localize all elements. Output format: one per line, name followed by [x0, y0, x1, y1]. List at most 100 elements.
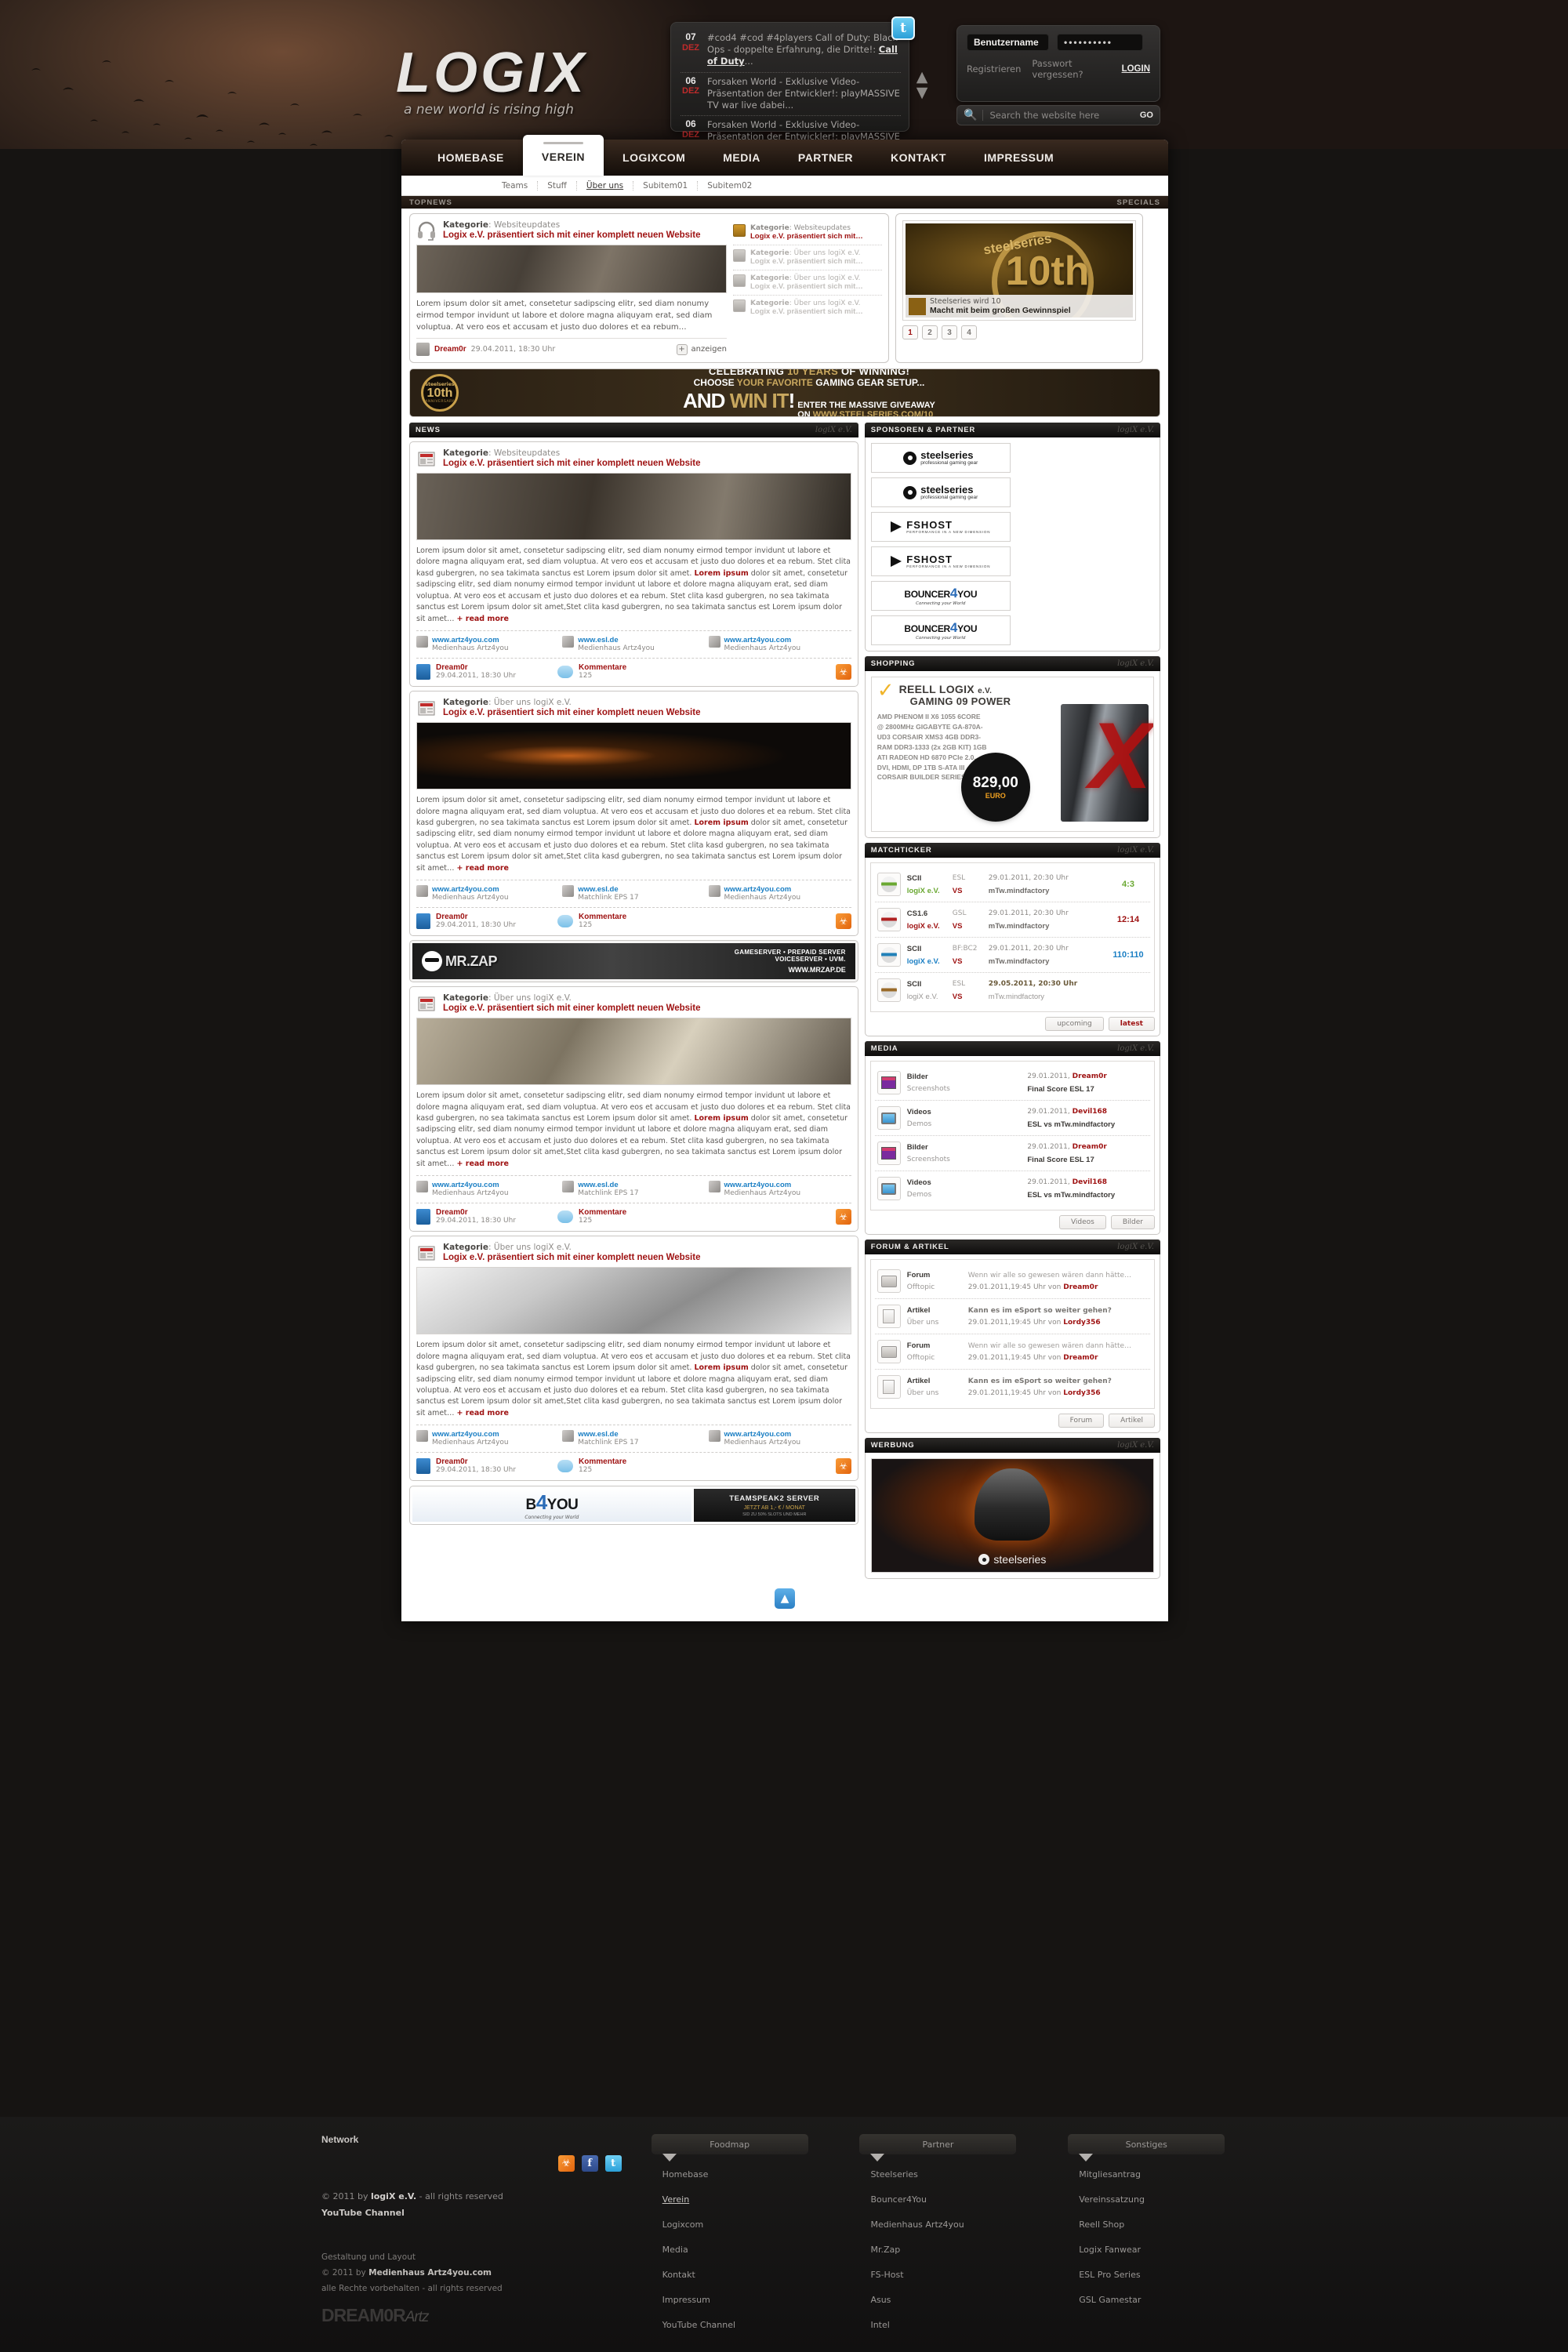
nav-item-logixcom[interactable]: LOGIXCOM: [604, 140, 704, 176]
shopping-product-card[interactable]: ✓ REELL LOGIX e.V. GAMING 09 POWER AMD P…: [870, 677, 1154, 832]
artikel-button[interactable]: Artikel: [1109, 1414, 1155, 1428]
link-url[interactable]: www.esl.de: [578, 636, 655, 644]
topnews-show-button[interactable]: + anzeigen: [676, 343, 727, 355]
link-item[interactable]: www.esl.de Matchlink EPS 17: [562, 1430, 705, 1446]
page-4[interactable]: 4: [961, 325, 977, 339]
forum-row[interactable]: Artikel Kann es im eSport so weiter gehe…: [875, 1370, 1150, 1404]
match-row[interactable]: SCII BF:BC2 29.01.2011, 20:30 Uhr logiX …: [874, 938, 1150, 973]
footer-link-verein[interactable]: Verein: [652, 2194, 830, 2205]
specials-image[interactable]: steelseries 10th Steelseries wird 10 Mac…: [902, 220, 1136, 321]
media-row[interactable]: Videos 29.01.2011, Devil168 Demos ESL vs…: [875, 1171, 1150, 1206]
page-2[interactable]: 2: [922, 325, 938, 339]
forum-row[interactable]: Forum Wenn wir alle so gewesen wären dan…: [874, 1264, 1150, 1299]
media-row[interactable]: Bilder 29.01.2011, Dream0r Screenshots F…: [874, 1065, 1150, 1101]
media-row[interactable]: Videos 29.01.2011, Devil168 Demos ESL vs…: [874, 1101, 1150, 1136]
subnav-item-stuff[interactable]: Stuff: [538, 180, 577, 191]
link-item[interactable]: www.esl.de Matchlink EPS 17: [562, 885, 705, 902]
sponsor-steelseries[interactable]: steelsteelseriesseriesprofessional gamin…: [870, 443, 1011, 473]
footer-link-bouncer4you[interactable]: Bouncer4You: [859, 2194, 1038, 2205]
link-item[interactable]: www.esl.de Matchlink EPS 17: [562, 1181, 705, 1197]
bouncer-teamspeak-banner[interactable]: B4YOU Connecting your World TEAMSPEAK2 S…: [409, 1486, 858, 1526]
register-link[interactable]: Registrieren: [967, 64, 1021, 74]
footer-link-mrzap[interactable]: Mr.Zap: [859, 2245, 1038, 2255]
nav-item-partner[interactable]: PARTNER: [779, 140, 872, 176]
link-url[interactable]: www.esl.de: [578, 1430, 638, 1439]
list-item[interactable]: Kategorie: Über uns logiX e.V. Logix e.V.…: [733, 296, 882, 320]
match-row[interactable]: SCII ESL 29.01.2011, 20:30 Uhr logiX e.V…: [874, 867, 1150, 902]
match-row[interactable]: SCII ESL 29.05.2011, 20:30 Uhr logiX e.V…: [875, 973, 1150, 1007]
twitter-feed[interactable]: t ▲ ▼ 07 DEZ #cod4 #cod #4players Call of…: [670, 16, 927, 149]
sponsor-bouncer4you[interactable]: BOUNCER4YOU Connecting your World: [870, 615, 1011, 645]
media-row[interactable]: Bilder 29.01.2011, Dream0r Screenshots F…: [874, 1136, 1150, 1171]
footer-link-eslproseries[interactable]: ESL Pro Series: [1068, 2270, 1247, 2280]
search-input[interactable]: Search the website here: [982, 110, 1134, 121]
subnav-item-subitem01[interactable]: Subitem01: [633, 180, 699, 191]
rss-icon[interactable]: ☣: [557, 2155, 575, 2172]
footer-link-youtube[interactable]: YouTube Channel: [652, 2320, 830, 2330]
article-title[interactable]: Logix e.V. präsentiert sich mit einer ko…: [443, 1253, 700, 1262]
subnav-item-ueber-uns[interactable]: Über uns: [577, 180, 634, 191]
footer-youtube-link[interactable]: YouTube Channel: [321, 2205, 622, 2222]
read-more-link[interactable]: + read more: [457, 864, 509, 873]
list-item[interactable]: Kategorie: Websiteupdates Logix e.V. präs…: [733, 220, 882, 245]
link-url[interactable]: www.artz4you.com: [724, 885, 801, 894]
topnews-author[interactable]: Dream0r: [434, 345, 466, 354]
list-item[interactable]: Kategorie: Über uns logiX e.V. Logix e.V.…: [733, 270, 882, 296]
footer-link-fshost[interactable]: FS-Host: [859, 2270, 1038, 2280]
comments-label[interactable]: Kommentare: [579, 1457, 626, 1466]
password-input[interactable]: ••••••••••: [1057, 34, 1143, 51]
site-logo[interactable]: LOGIX a new world is rising high X: [396, 20, 789, 146]
article-image[interactable]: [416, 1267, 851, 1335]
link-item[interactable]: www.artz4you.com Medienhaus Artz4you: [416, 1181, 559, 1197]
comments-label[interactable]: Kommentare: [579, 913, 626, 921]
footer-link-fanwear[interactable]: Logix Fanwear: [1068, 2245, 1247, 2255]
rss-icon[interactable]: ☣: [835, 663, 851, 680]
twitter-icon[interactable]: t: [891, 16, 915, 40]
arrow-up-icon[interactable]: ▲: [775, 1588, 795, 1609]
footer-link-logixcom[interactable]: Logixcom: [652, 2220, 830, 2230]
footer-link-mitgliesantrag[interactable]: Mitgliesantrag: [1068, 2169, 1247, 2180]
link-url[interactable]: www.artz4you.com: [724, 1181, 801, 1189]
sponsor-bouncer4you[interactable]: BOUNCER4YOU Connecting your World: [870, 581, 1011, 611]
link-url[interactable]: www.artz4you.com: [724, 636, 801, 644]
link-item[interactable]: www.artz4you.com Medienhaus Artz4you: [708, 885, 851, 902]
list-item[interactable]: Kategorie: Über uns logiX e.V. Logix e.V.…: [733, 245, 882, 270]
article-title[interactable]: Logix e.V. präsentiert sich mit einer ko…: [443, 1004, 700, 1013]
media-bilder-button[interactable]: Bilder: [1110, 1215, 1155, 1229]
rss-icon[interactable]: ☣: [835, 1208, 851, 1225]
sponsor-steelseries[interactable]: steelseries professional gaming gear: [870, 477, 1011, 507]
forum-row[interactable]: Artikel Kann es im eSport so weiter gehe…: [874, 1299, 1150, 1334]
nav-item-impressum[interactable]: IMPRESSUM: [965, 140, 1073, 176]
footer-link-intel[interactable]: Intel: [859, 2320, 1038, 2330]
footer-link-vereinssatzung[interactable]: Vereinssatzung: [1068, 2194, 1247, 2205]
back-to-top[interactable]: ▲: [409, 1579, 1160, 1621]
page-3[interactable]: 3: [942, 325, 957, 339]
link-url[interactable]: www.artz4you.com: [432, 1430, 509, 1439]
link-item[interactable]: www.artz4you.com Medienhaus Artz4you: [708, 1181, 851, 1197]
link-item[interactable]: www.artz4you.com Medienhaus Artz4you: [416, 1430, 559, 1446]
sponsor-fshost[interactable]: FSHOST PERFORMANCE IN A NEW DIMENSION: [870, 546, 1011, 576]
forum-row[interactable]: Forum Wenn wir alle so gewesen wären dan…: [874, 1334, 1150, 1370]
match-row[interactable]: CS1.6 GSL 29.01.2011, 20:30 Uhr logiX e.…: [874, 902, 1150, 938]
mrzap-banner[interactable]: MR.ZAP GAMESERVER • PREPAID SERVER VOICE…: [409, 940, 858, 983]
nav-item-verein[interactable]: VEREIN: [522, 135, 604, 176]
footer-link-kontakt[interactable]: Kontakt: [652, 2270, 830, 2280]
page-1[interactable]: 1: [902, 325, 918, 339]
footer-link-reellshop[interactable]: Reell Shop: [1068, 2220, 1247, 2230]
nav-item-homebase[interactable]: HOMEBASE: [419, 140, 523, 176]
steelseries-banner[interactable]: steelseries 10th ANNIVERSARY CELEBRATING…: [409, 368, 1160, 417]
link-url[interactable]: www.artz4you.com: [724, 1430, 801, 1439]
subnav-item-teams[interactable]: Teams: [492, 180, 539, 191]
read-more-link[interactable]: + read more: [457, 615, 509, 623]
article-title[interactable]: Logix e.V. präsentiert sich mit einer ko…: [443, 459, 700, 468]
link-item[interactable]: www.esl.de Medienhaus Artz4you: [562, 636, 705, 652]
link-url[interactable]: www.esl.de: [578, 885, 638, 894]
footer-link-artz4you[interactable]: Medienhaus Artz4you: [859, 2220, 1038, 2230]
footer-link-homebase[interactable]: Homebase: [652, 2169, 830, 2180]
link-item[interactable]: www.artz4you.com Medienhaus Artz4you: [416, 885, 559, 902]
comments-label[interactable]: Kommentare: [579, 663, 626, 672]
site-search[interactable]: 🔍 Search the website here GO: [956, 105, 1160, 125]
link-item[interactable]: www.artz4you.com Medienhaus Artz4you: [416, 636, 559, 652]
article-image[interactable]: [416, 722, 851, 790]
read-more-link[interactable]: + read more: [457, 1409, 509, 1417]
